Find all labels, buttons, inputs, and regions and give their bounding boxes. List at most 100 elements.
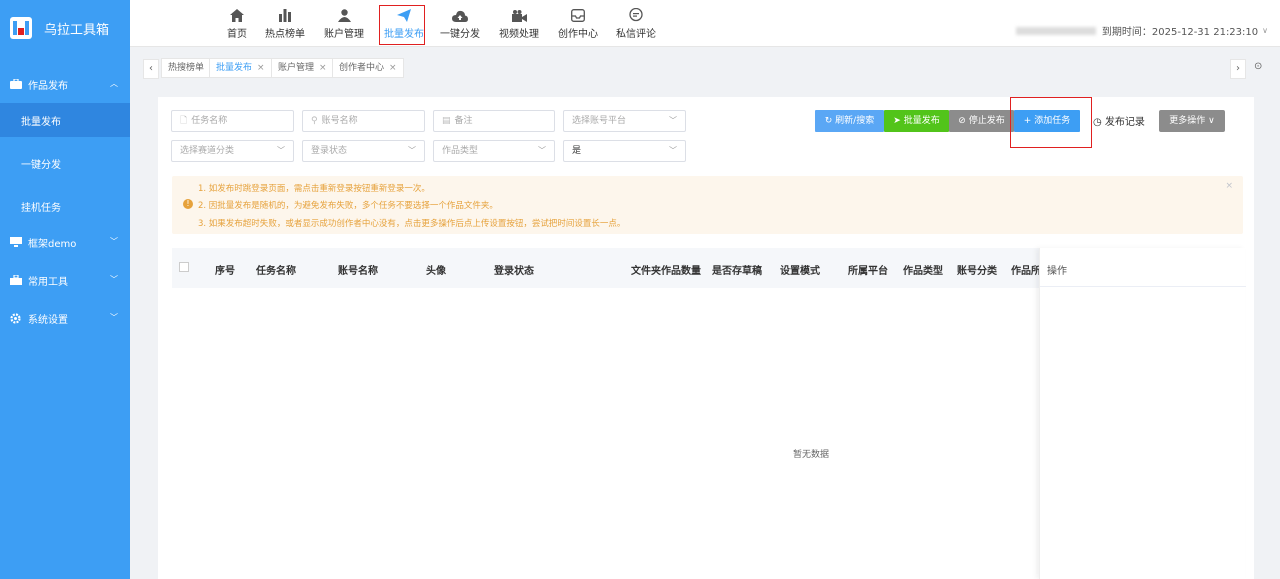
paper-plane-icon <box>381 4 427 22</box>
col-save-draft: 是否存草稿 <box>712 266 762 277</box>
col-operations: 操作 <box>1047 266 1067 277</box>
tab-scroll-right-icon[interactable]: › <box>1230 59 1246 79</box>
stop-icon: ⊘ <box>958 116 969 126</box>
publish-records-link[interactable]: ◷ 发布记录 <box>1093 113 1145 128</box>
refresh-icon: ↻ <box>824 116 836 126</box>
menu-group-label: 常用工具 <box>28 276 68 288</box>
divider <box>1040 286 1246 287</box>
notice-line: 2. 因批量发布是随机的，为避免发布失败，多个任务不要选择一个作品文件夹。 <box>198 201 498 211</box>
menu-group-works[interactable]: 作品发布 ︿ <box>0 65 130 103</box>
chevron-down-icon: ﹀ <box>110 275 118 284</box>
document-icon: 🗋 <box>180 116 188 126</box>
highlight-box <box>1010 97 1092 148</box>
menu-group-label: 系统设置 <box>28 314 68 326</box>
operations-column: 操作 <box>1039 248 1246 579</box>
app-title: 乌拉工具箱 <box>44 22 110 38</box>
tab-accounts[interactable]: 账户管理 × <box>271 58 334 78</box>
tab-hot-search[interactable]: 热搜榜单 <box>161 58 212 78</box>
chevron-down-icon: ﹀ <box>669 146 677 155</box>
menu-group-demo[interactable]: 框架demo ﹀ <box>0 223 130 261</box>
chevron-down-icon: ﹀ <box>110 313 118 322</box>
chevron-down-icon: ∨ <box>1205 116 1215 126</box>
notice-line: 3. 如果发布超时失败，或者显示成功创作者中心没有，点击更多操作后点上传设置按钮… <box>198 219 626 229</box>
table-header: 序号 任务名称 账号名称 头像 登录状态 文件夹作品数量 是否存草稿 设置模式 … <box>172 248 1041 288</box>
bar-chart-icon <box>262 4 308 22</box>
home-icon <box>214 4 260 22</box>
empty-state-text: 暂无数据 <box>793 450 830 460</box>
toolbox-icon <box>10 275 22 285</box>
sidebar-item-one-click[interactable]: 一键分发 <box>0 146 130 180</box>
more-actions-button[interactable]: 更多操作 ∨ <box>1159 110 1225 132</box>
col-task-name: 任务名称 <box>256 266 296 277</box>
app-root: 乌拉工具箱 作品发布 ︿ 批量发布 一键分发 挂机任务 框架demo ﹀ 常用工… <box>0 0 1280 579</box>
track-select[interactable]: 选择赛道分类 ﹀ <box>171 140 294 162</box>
col-index: 序号 <box>215 266 235 277</box>
user-icon: ⚲ <box>311 116 318 126</box>
stop-publish-button[interactable]: ⊘ 停止发布 <box>949 110 1014 132</box>
warning-icon: ! <box>183 199 193 209</box>
remark-input[interactable]: ▤ 备注 <box>433 110 555 132</box>
nav-one-click[interactable]: 一键分发 <box>437 4 483 42</box>
close-icon[interactable]: × <box>389 63 397 73</box>
login-status-select[interactable]: 登录状态 ﹀ <box>302 140 425 162</box>
col-folder-count: 文件夹作品数量 <box>631 266 701 277</box>
col-mode: 设置模式 <box>780 266 820 277</box>
monitor-icon <box>10 237 22 247</box>
cloud-upload-icon <box>437 4 483 22</box>
nav-video[interactable]: 视频处理 <box>496 4 542 42</box>
sidebar-item-batch-publish[interactable]: 批量发布 <box>0 103 130 137</box>
redacted-username <box>1015 26 1096 35</box>
paper-plane-icon: ➤ <box>893 116 904 126</box>
nav-home[interactable]: 首页 <box>214 4 260 42</box>
task-name-input[interactable]: 🗋 任务名称 <box>171 110 294 132</box>
chevron-up-icon: ︿ <box>110 79 118 88</box>
content-card: 🗋 任务名称 ⚲ 账号名称 ▤ 备注 选择账号平台 ﹀ 选择赛道分类 ﹀ 登录状态 ﹀ 作品… <box>158 97 1254 579</box>
close-icon[interactable]: × <box>319 63 327 73</box>
tab-creator-center[interactable]: 创作者中心 × <box>332 58 404 78</box>
platform-select[interactable]: 选择账号平台 ﹀ <box>563 110 686 132</box>
nav-messages[interactable]: 私信评论 <box>613 4 659 42</box>
user-icon <box>321 4 367 22</box>
chevron-down-icon: ﹀ <box>277 146 285 155</box>
gear-icon <box>10 312 22 324</box>
chevron-down-icon: ﹀ <box>110 237 118 246</box>
menu-group-tools[interactable]: 常用工具 ﹀ <box>0 261 130 299</box>
top-nav: 首页 热点榜单 账户管理 批量发布 一键分发 视频处理 创作中心 私信评论 到期… <box>130 0 1280 47</box>
nav-creator[interactable]: 创作中心 <box>555 4 601 42</box>
briefcase-icon <box>10 79 22 89</box>
sidebar-item-hang-task[interactable]: 挂机任务 <box>0 189 130 223</box>
refresh-button[interactable]: ↻ 刷新/搜索 <box>815 110 884 132</box>
account-name-input[interactable]: ⚲ 账号名称 <box>302 110 425 132</box>
chevron-down-icon: ﹀ <box>538 146 546 155</box>
note-icon: ▤ <box>442 116 451 126</box>
menu-group-settings[interactable]: 系统设置 ﹀ <box>0 299 130 337</box>
sidebar: 乌拉工具箱 作品发布 ︿ 批量发布 一键分发 挂机任务 框架demo ﹀ 常用工… <box>0 0 130 579</box>
tab-scroll-left-icon[interactable]: ‹ <box>143 59 159 79</box>
expire-time: 到期时间：2025-12-31 21:23:10 <box>1101 27 1259 38</box>
menu-group-label: 框架demo <box>28 238 77 250</box>
tab-bar: ‹ 热搜榜单 批量发布 × 账户管理 × 创作者中心 × › ⊙ <box>130 48 1280 88</box>
batch-publish-button[interactable]: ➤ 批量发布 <box>884 110 949 132</box>
tab-menu-icon[interactable]: ⊙ <box>1254 61 1262 72</box>
col-work-type: 作品类型 <box>903 266 943 277</box>
chevron-down-icon[interactable]: ∨ <box>1262 26 1268 35</box>
close-icon[interactable]: × <box>257 63 265 73</box>
select-all-checkbox[interactable] <box>179 262 189 272</box>
brand: 乌拉工具箱 <box>0 0 130 56</box>
menu-group-label: 作品发布 <box>28 80 68 92</box>
work-type-select[interactable]: 作品类型 ﹀ <box>433 140 555 162</box>
draft-select[interactable]: 是 ﹀ <box>563 140 686 162</box>
inbox-icon <box>555 4 601 22</box>
col-account-name: 账号名称 <box>338 266 378 277</box>
nav-accounts[interactable]: 账户管理 <box>321 4 367 42</box>
col-login-status: 登录状态 <box>494 266 534 277</box>
nav-batch-publish[interactable]: 批量发布 <box>379 4 427 45</box>
nav-hot-list[interactable]: 热点榜单 <box>262 4 308 42</box>
col-works: 作品所 <box>1011 266 1041 277</box>
app-logo-icon <box>10 17 32 39</box>
close-icon[interactable]: × <box>1225 181 1233 191</box>
user-info: 到期时间：2025-12-31 21:23:10 ∨ <box>1015 23 1268 38</box>
clock-icon: ◷ <box>1093 117 1105 128</box>
chat-icon <box>613 4 659 22</box>
tab-batch-publish[interactable]: 批量发布 × <box>209 58 272 78</box>
